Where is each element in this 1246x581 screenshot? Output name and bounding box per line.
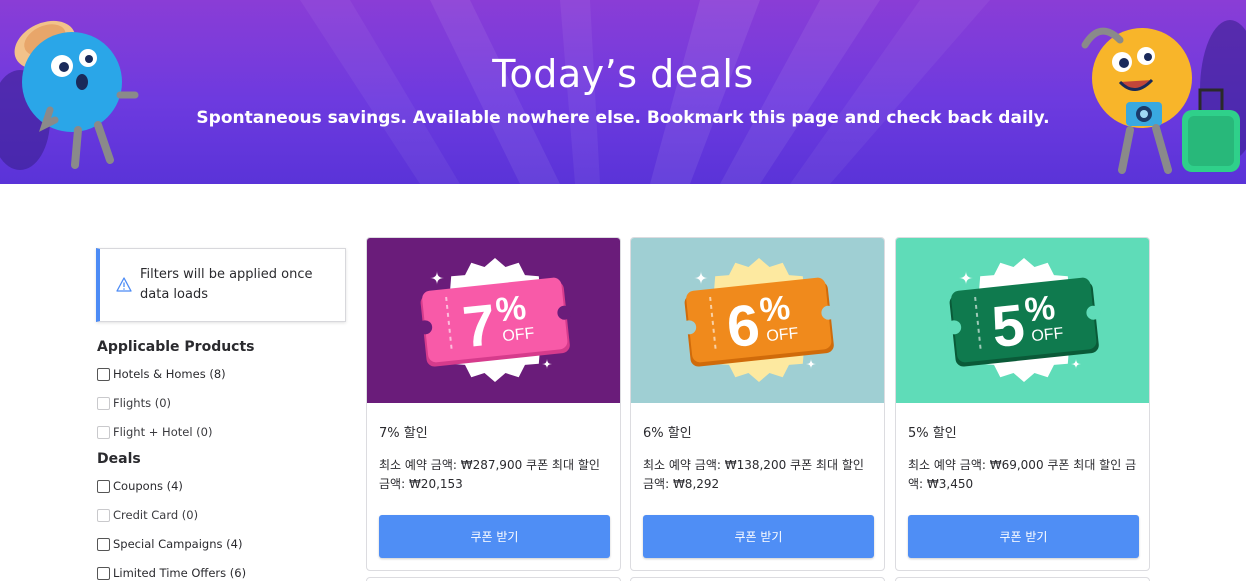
get-coupon-button[interactable]: 쿠폰 받기 <box>643 515 874 558</box>
deal-card-next-row <box>366 577 621 581</box>
coupon-ticket: 7%OFF <box>418 277 572 367</box>
warning-icon <box>116 277 132 292</box>
filter-limited-time-offers[interactable]: Limited Time Offers (6) <box>97 565 246 581</box>
coupon-badge-icon: 6%OFF <box>631 238 884 403</box>
coupon-percent-sign: % <box>494 289 528 330</box>
deal-card[interactable]: 5% OFF 5% 할인 최소 예약 금액: ₩69,000 쿠폰 최대 할인 금… <box>895 237 1150 571</box>
coupon-off-label: OFF <box>766 325 800 345</box>
filter-label: Flight + Hotel (0) <box>113 425 213 439</box>
checkbox <box>97 396 110 410</box>
deal-card-next-row <box>630 577 885 581</box>
coupon-percent-number: 7 <box>460 292 499 360</box>
yellow-mascot-icon <box>1081 27 1240 174</box>
checkbox <box>97 508 110 522</box>
coupon-badge-icon: 5%OFF <box>896 238 1149 403</box>
deal-title: 7% 할인 <box>379 426 428 441</box>
filter-label: Limited Time Offers (6) <box>113 566 247 580</box>
filter-label: Credit Card (0) <box>113 508 199 522</box>
coupon-ticket: 6%OFF <box>682 277 836 367</box>
filter-label: Special Campaigns (4) <box>113 537 243 551</box>
filter-notice-text: Filters will be applied once data loads <box>140 267 313 302</box>
get-coupon-button[interactable]: 쿠폰 받기 <box>379 515 610 558</box>
deal-card[interactable]: 6% OFF 6% 할인 최소 예약 금액: ₩138,200 쿠폰 최대 할인 … <box>630 237 885 571</box>
deal-card[interactable]: 7% OFF 7% 할인 최소 예약 금액: ₩287,900 쿠폰 최대 할인 … <box>366 237 621 571</box>
filter-special-campaigns[interactable]: Special Campaigns (4) <box>97 536 242 552</box>
hero-banner: Today’s deals Spontaneous savings. Avail… <box>0 0 1246 184</box>
coupon-ticket: 5%OFF <box>947 277 1101 367</box>
coupon-off-label: OFF <box>502 325 536 345</box>
checkbox[interactable] <box>97 566 110 580</box>
filter-group-title: Applicable Products <box>97 339 255 355</box>
deal-description: 최소 예약 금액: ₩138,200 쿠폰 최대 할인 금액: ₩8,292 <box>643 458 864 491</box>
deal-title: 6% 할인 <box>643 426 692 441</box>
get-coupon-button[interactable]: 쿠폰 받기 <box>908 515 1139 558</box>
filter-hotels-homes[interactable]: Hotels & Homes (8) <box>97 366 226 382</box>
filter-group-title: Deals <box>97 451 141 467</box>
coupon-percent-sign: % <box>758 289 792 330</box>
filter-notice: Filters will be applied once data loads <box>96 248 346 322</box>
coupon-percent-number: 6 <box>724 292 763 360</box>
checkbox[interactable] <box>97 479 110 493</box>
filter-coupons[interactable]: Coupons (4) <box>97 478 183 494</box>
filter-label: Coupons (4) <box>113 479 183 493</box>
deal-title: 5% 할인 <box>908 426 957 441</box>
filter-flights: Flights (0) <box>97 395 171 411</box>
checkbox <box>97 425 110 439</box>
filter-label: Flights (0) <box>113 396 172 410</box>
coupon-percent-number: 5 <box>989 292 1028 360</box>
coupon-percent-sign: % <box>1023 289 1057 330</box>
deal-description: 최소 예약 금액: ₩287,900 쿠폰 최대 할인 금액: ₩20,153 <box>379 458 600 491</box>
coupon-badge-icon: 7%OFF <box>367 238 620 403</box>
filter-label: Hotels & Homes (8) <box>113 367 226 381</box>
deal-description: 최소 예약 금액: ₩69,000 쿠폰 최대 할인 금액: ₩3,450 <box>908 458 1137 491</box>
filter-flight-hotel: Flight + Hotel (0) <box>97 424 212 440</box>
deal-card-next-row <box>895 577 1150 581</box>
checkbox[interactable] <box>97 367 110 381</box>
checkbox[interactable] <box>97 537 110 551</box>
coupon-off-label: OFF <box>1031 325 1065 345</box>
filter-credit-card: Credit Card (0) <box>97 507 198 523</box>
